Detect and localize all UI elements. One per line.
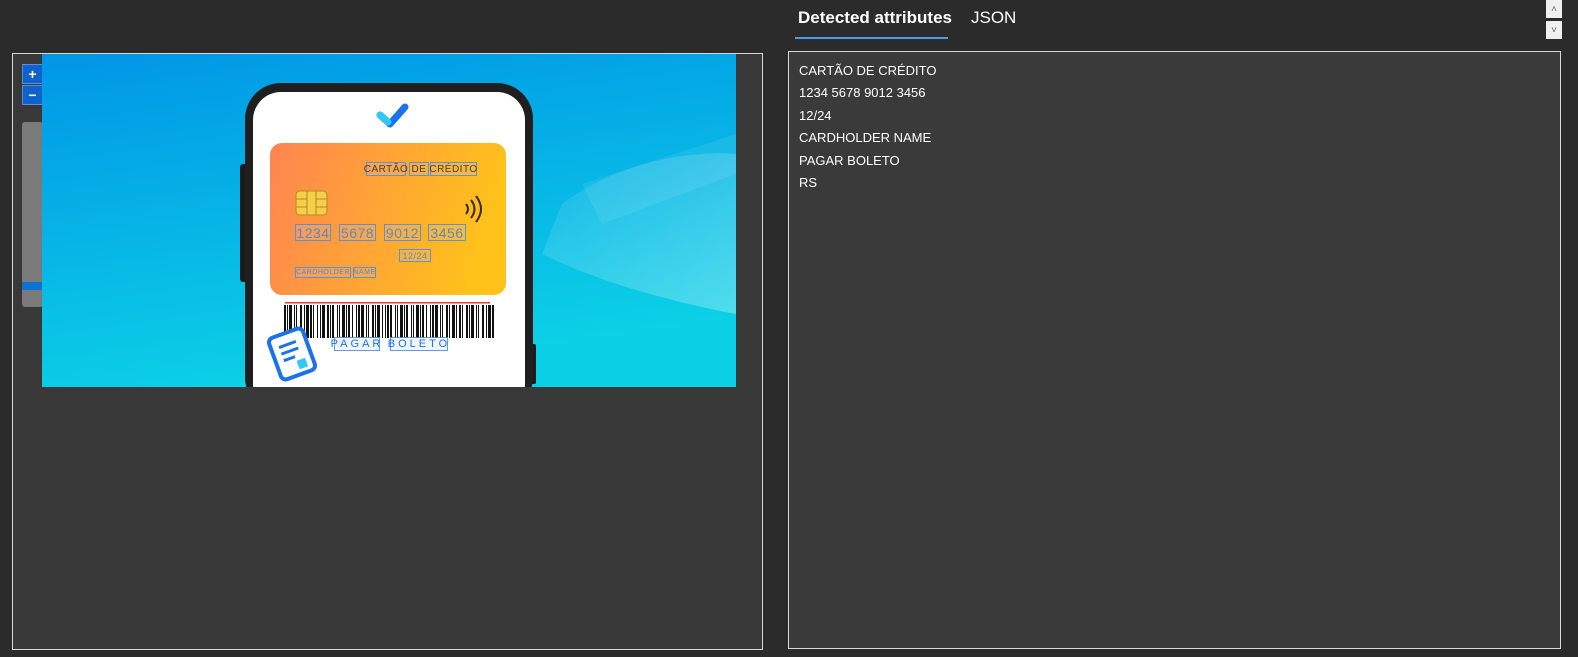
ocr-box-card-holder-2: NAME [353, 267, 376, 278]
list-item: PAGAR BOLETO [799, 152, 900, 168]
ocr-box-card-title-2: DE [409, 162, 429, 176]
ocr-box-card-title-1: CARTÃO [363, 162, 409, 176]
ocr-box-card-title-3: CRÉDITO [429, 162, 478, 176]
zoom-out-button[interactable]: − [22, 85, 43, 105]
ocr-box-card-number-1: 1234 [295, 224, 331, 241]
list-item: CARDHOLDER NAME [799, 130, 932, 146]
scroll-down-icon[interactable]: ˅ [1546, 21, 1562, 39]
list-item: 12/24 [799, 107, 832, 123]
list-item: CARTÃO DE CRÉDITO [799, 63, 937, 78]
ocr-box-bill-label-2: BOLETO [387, 337, 451, 351]
ocr-box-card-holder-1: CARDHOLDER [295, 267, 351, 278]
attributes-list: CARTÃO DE CRÉDITO 1234 5678 9012 3456 12… [789, 52, 1560, 202]
ocr-box-card-number-2: 5678 [339, 224, 376, 241]
tab-json[interactable]: JSON [971, 8, 1016, 39]
ocr-box-bill-label-1: PAGAR [330, 337, 384, 351]
detected-attributes-panel: CARTÃO DE CRÉDITO 1234 5678 9012 3456 12… [788, 51, 1561, 649]
list-item: RS [799, 175, 818, 191]
ocr-box-card-number-4: 3456 [428, 224, 466, 241]
ocr-box-card-number-3: 9012 [384, 224, 421, 241]
active-tab-indicator [795, 37, 948, 39]
scroll-up-icon[interactable]: ˄ [1546, 0, 1562, 18]
tab-detected-attributes[interactable]: Detected attributes [798, 8, 952, 39]
zoom-in-button[interactable]: + [22, 64, 43, 84]
analyzed-image: CARTÃO DE CRÉDITO 1234 5678 9012 3456 12… [42, 54, 736, 387]
ocr-box-card-expiry: 12/24 [399, 249, 431, 262]
zoom-slider-handle[interactable] [22, 282, 43, 290]
list-item: 1234 5678 9012 3456 [799, 85, 926, 101]
zoom-slider[interactable] [22, 122, 43, 307]
image-viewer[interactable]: + − CARTÃO DE CRÉDITO 1234 5678 9012 345… [12, 53, 763, 650]
